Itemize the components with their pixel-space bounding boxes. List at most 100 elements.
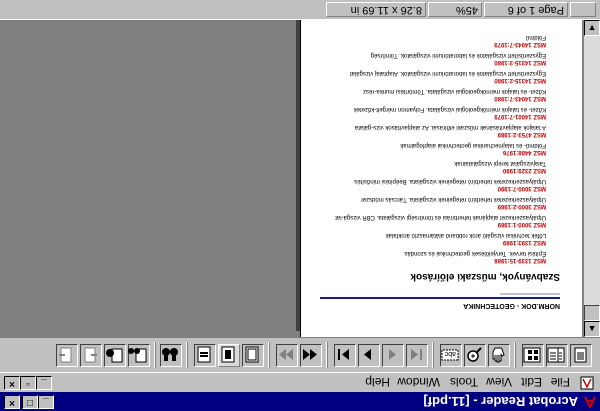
page-only-button[interactable] (570, 344, 592, 367)
standard-title: Földmű- és talajmechanikai geotechnikai … (400, 142, 546, 148)
toolbar-separator (432, 342, 434, 368)
previous-page-button[interactable] (382, 344, 404, 367)
list-item: MSZ 2329:1990 Talajvizsgálat terepi vizsg… (311, 159, 546, 173)
page-number-field[interactable]: Page 1 of 6 (484, 2, 568, 17)
list-item: MSZ 14043-7:1979 Földmű (311, 33, 546, 47)
list-item: MSZ 14043-7:1980 Kőzet- és talajok mérnök… (311, 87, 546, 101)
toolbar-separator (268, 342, 270, 368)
text-select-button[interactable]: abc (440, 344, 462, 367)
hand-icon (492, 347, 505, 363)
standard-code: MSZ 3000-2:1989 (497, 203, 546, 209)
scroll-thumb[interactable] (584, 305, 600, 321)
standard-code: MSZ 1339-15:1988 (494, 257, 546, 263)
list-item: MSZ 14315-2:1980 Egyszerűsített vizsgálat… (311, 69, 546, 83)
standard-title: Földmű (525, 34, 546, 40)
menu-help[interactable]: Help (365, 375, 390, 389)
standard-code: MSZ 14043-7:1979 (494, 41, 546, 47)
standard-code: MSZ 14001-7:1979 (494, 113, 546, 119)
pdf-page[interactable]: NORM.DOK - GEOTECHNIKA Szabványok, műsza… (300, 20, 582, 337)
bookmarks-and-page-button[interactable] (546, 344, 568, 367)
actual-size-button[interactable] (242, 344, 264, 367)
doc-close-button[interactable]: × (4, 376, 20, 390)
standard-title: Lőfék technikai vizsgáló árok robbanó al… (385, 232, 546, 238)
menu-bar: File Edit View Tools Window Help _ ▫ × (0, 373, 600, 392)
standard-title: Kőzet- és talajok mérnökgeológiai vizsgá… (353, 106, 546, 112)
bookmarks-icon (547, 347, 565, 363)
fit-width-icon (197, 346, 211, 363)
menu-edit[interactable]: Edit (521, 375, 542, 389)
zoom-icon (467, 347, 482, 362)
doc-restore-button[interactable]: ▫ (20, 376, 36, 390)
standard-title: Útpályaszerkezetek teherbíró rétegeinek … (354, 178, 546, 184)
standard-code: MSZ 14043-7:1980 (494, 95, 546, 101)
menu-file[interactable]: File (551, 375, 570, 389)
previous-highlight-button[interactable] (80, 344, 102, 367)
fit-page-icon (221, 346, 235, 363)
standards-list: MSZ 1339-15:1988 Építési tervek. Tervjelö… (311, 29, 546, 263)
doc-minimize-button[interactable]: _ (36, 376, 52, 390)
next-page-icon (364, 349, 371, 360)
standard-code: MSZ 1393:1989 (502, 239, 546, 245)
acrobat-reader-window: Acrobat Reader - [11.pdf] _ □ × File Edi… (0, 0, 600, 411)
scroll-up-arrow-icon[interactable]: ▲ (584, 321, 600, 337)
go-back-icon (303, 349, 317, 360)
go-forward-icon (279, 349, 293, 360)
list-item: MSZ 4753-2:1989 A talajok alapjavításának… (311, 123, 546, 137)
thumbnails-and-page-button[interactable] (522, 344, 544, 367)
close-button[interactable]: × (4, 395, 20, 409)
title-bar: Acrobat Reader - [11.pdf] _ □ × (0, 392, 600, 411)
standard-code: MSZ 14315-2:1980 (494, 77, 546, 83)
first-page-button[interactable] (406, 344, 428, 367)
minimize-button[interactable]: _ (38, 395, 54, 409)
maximize-button[interactable]: □ (22, 395, 38, 409)
menu-tools[interactable]: Tools (450, 375, 478, 389)
page-only-icon (574, 347, 587, 363)
hand-tool-button[interactable] (488, 344, 510, 367)
standard-code: MSZ 3000-1:1989 (497, 221, 546, 227)
scroll-down-arrow-icon[interactable]: ▼ (584, 20, 600, 36)
go-back-button[interactable] (300, 344, 322, 367)
standard-title: A talajok alapjavításának műszaki előírá… (354, 124, 546, 130)
first-page-icon (411, 349, 422, 360)
standard-code: MSZ 3000-7:1990 (497, 185, 546, 191)
page-shadow (296, 20, 300, 331)
find-button[interactable] (160, 344, 182, 367)
actual-size-icon (245, 346, 259, 363)
list-item: MSZ 3000-7:1990 Útpályaszerkezetek teherb… (311, 177, 546, 191)
menu-window[interactable]: Window (397, 375, 440, 389)
header-rule (320, 297, 560, 299)
acrobat-app-icon[interactable] (583, 395, 597, 409)
list-item: MSZ 4488:1976 Földmű- és talajmechanikai … (311, 141, 546, 155)
text-select-icon: abc (441, 349, 459, 361)
list-item: MSZ 3000-2:1989 Útpályaszerkezetek teherb… (311, 195, 546, 209)
standard-title: Egyszerűsített vizsgálatok és laboratóri… (370, 52, 546, 58)
previous-page-icon (389, 349, 396, 360)
fit-width-button[interactable] (194, 344, 216, 367)
go-forward-button[interactable] (276, 344, 298, 367)
standard-title: Kőzet- és talajok mérnökgeológiai vizsgá… (363, 88, 546, 94)
page-header: NORM.DOK - GEOTECHNIKA (463, 302, 560, 309)
standard-code: MSZ 14315-3:1980 (494, 59, 546, 65)
toolbar-separator (154, 342, 156, 368)
search-results-button[interactable] (104, 344, 126, 367)
fit-page-button[interactable] (218, 344, 240, 367)
next-highlight-button[interactable] (56, 344, 78, 367)
zoom-field[interactable]: 45% (428, 2, 482, 17)
standard-code: MSZ 2329:1990 (502, 167, 546, 173)
search-results-icon (106, 348, 123, 363)
document-menu-icon[interactable] (580, 376, 594, 390)
last-page-button[interactable] (334, 344, 356, 367)
vertical-scrollbar[interactable]: ▲ ▼ (584, 20, 600, 337)
standard-title: Útpályaszerkezet alapjának teherbírási é… (335, 214, 546, 220)
list-item: MSZ 14001-7:1979 Kőzet- és talajok mérnök… (311, 105, 546, 119)
menu-view[interactable]: View (486, 375, 512, 389)
zoom-tool-button[interactable] (464, 344, 486, 367)
standard-code: MSZ 4488:1976 (502, 149, 546, 155)
page-corner-cell (570, 2, 596, 17)
search-button[interactable] (128, 344, 150, 367)
last-page-icon (338, 349, 349, 360)
standard-code: MSZ 4753-2:1989 (497, 131, 546, 137)
toolbar-separator (326, 342, 328, 368)
next-page-button[interactable] (358, 344, 380, 367)
zoom-value: 45% (455, 4, 478, 16)
